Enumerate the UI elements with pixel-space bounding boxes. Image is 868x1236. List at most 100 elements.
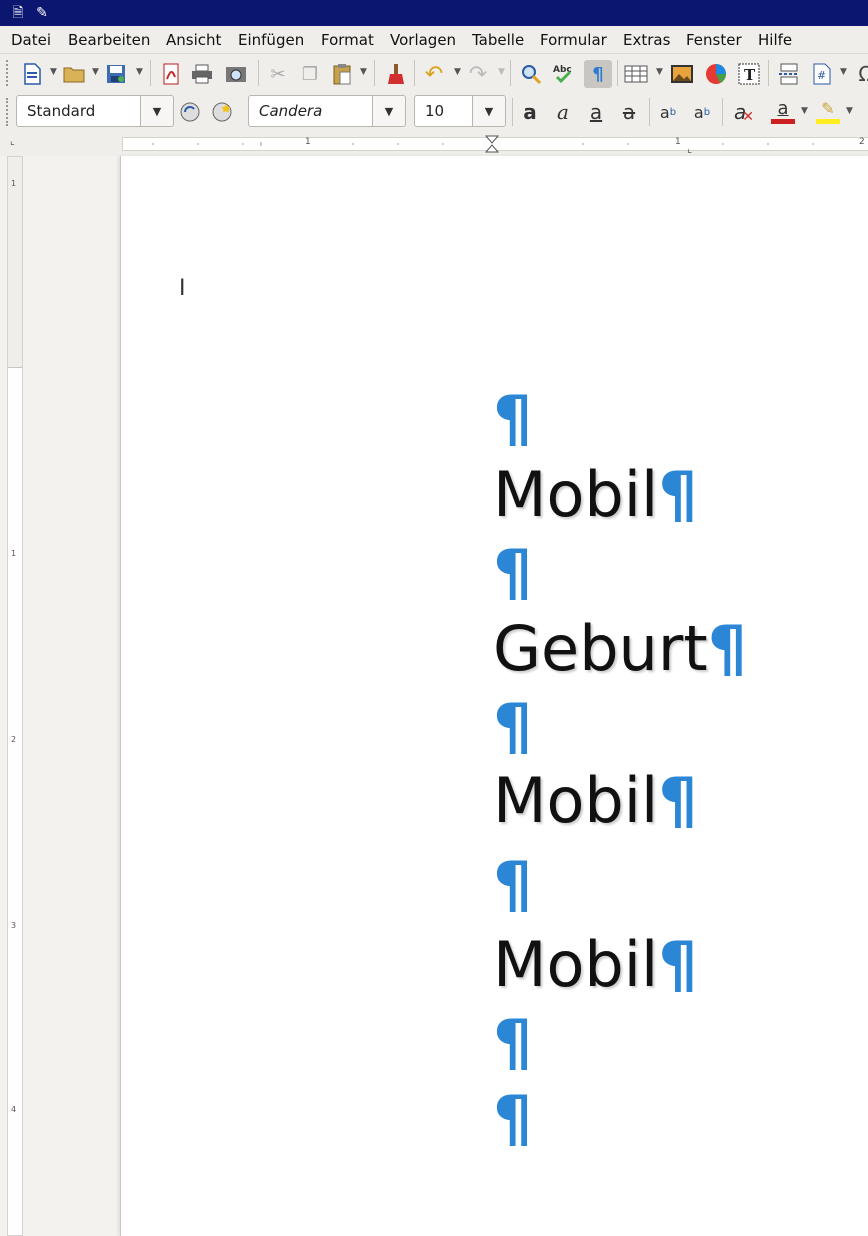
chevron-down-icon[interactable]: ▼ bbox=[372, 96, 405, 126]
paragraph-style-combo[interactable]: Standard ▼ bbox=[16, 95, 174, 127]
italic-icon[interactable]: a bbox=[549, 98, 577, 126]
ruler-label: 1 bbox=[11, 179, 17, 188]
find-replace-icon[interactable] bbox=[517, 60, 545, 88]
menu-extras[interactable]: Extras bbox=[623, 31, 670, 49]
redo-dropdown-arrow[interactable]: ▼ bbox=[498, 67, 505, 77]
menu-ansicht[interactable]: Ansicht bbox=[166, 31, 221, 49]
svg-text:T: T bbox=[744, 66, 756, 84]
undo-dropdown-arrow[interactable]: ▼ bbox=[454, 67, 461, 77]
spelling-icon[interactable]: Abc bbox=[550, 60, 578, 88]
insert-table-icon[interactable] bbox=[622, 60, 650, 88]
bold-icon[interactable]: a bbox=[516, 98, 544, 126]
subscript-icon[interactable]: ab bbox=[688, 98, 716, 126]
paragraph-mark: ¶ bbox=[493, 848, 533, 921]
paragraph-empty[interactable]: ¶ bbox=[493, 1008, 532, 1078]
vertical-ruler[interactable]: 1 1 2 3 4 bbox=[7, 156, 23, 1236]
ruler-label: 1 bbox=[11, 549, 17, 558]
paragraph[interactable]: Mobil¶ bbox=[493, 460, 698, 530]
chevron-down-icon[interactable]: ▼ bbox=[140, 96, 173, 126]
tab-stop-selector[interactable]: ⌞ bbox=[10, 136, 15, 147]
font-name-combo[interactable]: Candera ▼ bbox=[248, 95, 406, 127]
new-style-icon[interactable] bbox=[208, 98, 236, 126]
toolbar-grip[interactable] bbox=[6, 60, 11, 86]
paragraph[interactable]: Mobil¶ bbox=[493, 766, 698, 836]
paragraph-mark: ¶ bbox=[658, 458, 698, 531]
menu-hilfe[interactable]: Hilfe bbox=[758, 31, 792, 49]
paragraph-empty[interactable]: ¶ bbox=[493, 538, 532, 608]
new-document-icon[interactable] bbox=[18, 60, 46, 88]
insert-image-icon[interactable] bbox=[668, 60, 696, 88]
paragraph-empty[interactable]: ¶ bbox=[493, 692, 532, 762]
update-style-icon[interactable] bbox=[176, 98, 204, 126]
print-icon[interactable] bbox=[188, 60, 216, 88]
font-size-combo[interactable]: 10 ▼ bbox=[414, 95, 506, 127]
redo-icon[interactable]: ↷ bbox=[464, 60, 492, 88]
formatting-marks-icon[interactable]: ¶ bbox=[584, 60, 612, 88]
menu-formular[interactable]: Formular bbox=[540, 31, 607, 49]
paste-dropdown-arrow[interactable]: ▼ bbox=[360, 67, 367, 77]
menu-datei[interactable]: Datei bbox=[11, 31, 51, 49]
menu-format[interactable]: Format bbox=[321, 31, 374, 49]
open-dropdown-arrow[interactable]: ▼ bbox=[92, 67, 99, 77]
print-preview-icon[interactable] bbox=[222, 60, 250, 88]
save-dropdown-arrow[interactable]: ▼ bbox=[136, 67, 143, 77]
menu-tabelle[interactable]: Tabelle bbox=[472, 31, 524, 49]
underline-icon[interactable]: a bbox=[582, 98, 610, 126]
paragraph-mark: ¶ bbox=[493, 1006, 533, 1079]
paragraph-mark: ¶ bbox=[493, 690, 533, 763]
font-color-icon[interactable]: a bbox=[769, 98, 797, 126]
paragraph-empty[interactable]: ¶ bbox=[493, 850, 532, 920]
undo-icon[interactable]: ↶ bbox=[420, 60, 448, 88]
font-size-value: 10 bbox=[425, 102, 445, 120]
svg-text:#: # bbox=[817, 69, 826, 82]
document-page[interactable]: I ¶ Mobil¶ ¶ Geburt¶ ¶ Mobil¶ ¶ Mobil¶ ¶… bbox=[120, 156, 868, 1236]
menu-vorlagen[interactable]: Vorlagen bbox=[390, 31, 456, 49]
ruler-label: 3 bbox=[11, 921, 17, 930]
pin-icon[interactable]: ✎ bbox=[34, 4, 50, 22]
toolbar-grip[interactable] bbox=[6, 98, 11, 126]
chevron-down-icon[interactable]: ▼ bbox=[472, 96, 505, 126]
paragraph[interactable]: Geburt¶ bbox=[493, 614, 747, 684]
paragraph-empty[interactable]: ¶ bbox=[493, 1084, 532, 1154]
menu-einfuegen[interactable]: Einfügen bbox=[238, 31, 304, 49]
open-folder-icon[interactable] bbox=[60, 60, 88, 88]
ruler-label: 2 bbox=[11, 735, 17, 744]
menu-bar: Datei Bearbeiten Ansicht Einfügen Format… bbox=[0, 26, 868, 54]
superscript-icon[interactable]: ab bbox=[654, 98, 682, 126]
copy-icon[interactable]: ❐ bbox=[296, 60, 324, 88]
insert-page-break-icon[interactable] bbox=[775, 60, 803, 88]
save-icon[interactable] bbox=[102, 60, 130, 88]
paste-icon[interactable] bbox=[328, 60, 356, 88]
special-character-icon[interactable]: Ω bbox=[852, 60, 868, 88]
highlight-dropdown-arrow[interactable]: ▼ bbox=[846, 106, 853, 116]
paragraph-empty[interactable]: ¶ bbox=[493, 384, 532, 454]
table-dropdown-arrow[interactable]: ▼ bbox=[656, 67, 663, 77]
font-color-dropdown-arrow[interactable]: ▼ bbox=[801, 106, 808, 116]
paragraph-mark: ¶ bbox=[493, 536, 533, 609]
ruler-label: 1 bbox=[675, 137, 681, 147]
formatting-toolbar: Standard ▼ Candera ▼ 10 ▼ a a a a ab ab … bbox=[0, 92, 868, 132]
horizontal-ruler[interactable]: 1 1 2 ⌞ bbox=[122, 135, 868, 155]
document-icon: 🗎 bbox=[12, 5, 24, 21]
insert-chart-icon[interactable] bbox=[702, 60, 730, 88]
export-pdf-icon[interactable] bbox=[157, 60, 185, 88]
menu-bearbeiten[interactable]: Bearbeiten bbox=[68, 31, 150, 49]
menu-fenster[interactable]: Fenster bbox=[686, 31, 742, 49]
insert-textbox-icon[interactable]: T bbox=[735, 60, 763, 88]
paragraph-mark: ¶ bbox=[493, 382, 533, 455]
paragraph[interactable]: Mobil¶ bbox=[493, 930, 698, 1000]
field-dropdown-arrow[interactable]: ▼ bbox=[840, 67, 847, 77]
new-dropdown-arrow[interactable]: ▼ bbox=[50, 67, 57, 77]
indent-marker[interactable] bbox=[485, 135, 499, 153]
clear-formatting-icon[interactable]: a ✕ bbox=[730, 98, 758, 126]
paragraph-text: Mobil bbox=[493, 928, 659, 1001]
insert-field-icon[interactable]: # bbox=[808, 60, 836, 88]
clone-formatting-icon[interactable] bbox=[382, 60, 410, 88]
highlight-color-icon[interactable]: ✎ bbox=[814, 98, 842, 126]
cut-icon[interactable]: ✂ bbox=[264, 60, 292, 88]
strikethrough-icon[interactable]: a bbox=[615, 98, 643, 126]
paragraph-mark: ¶ bbox=[707, 612, 748, 685]
title-bar: 🗎 ✎ bbox=[0, 0, 868, 26]
paragraph-text: Mobil bbox=[493, 458, 659, 531]
margin-marker[interactable]: ⌞ bbox=[687, 142, 692, 155]
